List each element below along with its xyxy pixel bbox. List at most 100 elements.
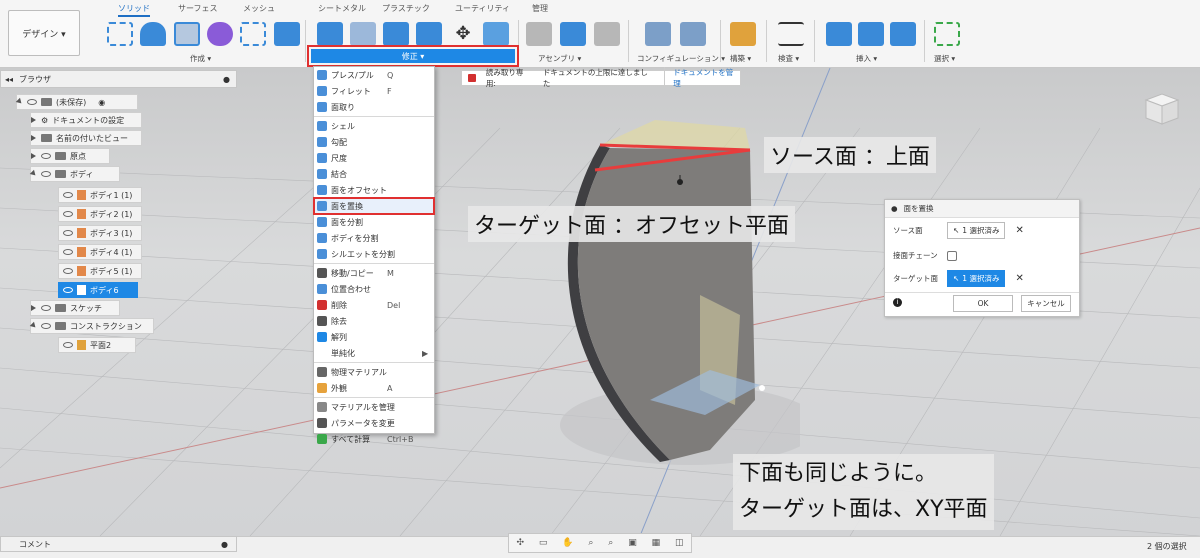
menu-item-2[interactable]: 面取り	[314, 99, 434, 115]
browser-header[interactable]: ◂◂ ブラウザ ●	[0, 70, 237, 88]
insert-canvas-icon[interactable]	[890, 22, 916, 46]
menu-item-22[interactable]: すべて計算 Ctrl+B	[314, 431, 434, 447]
tree-root[interactable]: (未保存) ◉	[15, 94, 138, 110]
box-icon[interactable]	[274, 22, 300, 46]
viewports-icon[interactable]: ◫	[675, 538, 684, 548]
source-select[interactable]: ↖ 1 選択済み	[947, 222, 1006, 239]
form-icon[interactable]	[207, 22, 233, 46]
clear-target-icon[interactable]: ✕	[1015, 273, 1023, 284]
menu-item-8[interactable]: 面を置換	[313, 197, 435, 215]
menu-item-19[interactable]: 外観 A	[314, 380, 434, 396]
tree-item-body6[interactable]: ボディ6	[58, 282, 138, 298]
info-icon[interactable]: i	[893, 298, 902, 307]
expand-icon[interactable]	[31, 135, 37, 141]
hole-icon[interactable]	[174, 22, 200, 46]
tree-item-plane2[interactable]: 平面2	[58, 337, 136, 353]
eye-off-icon[interactable]	[63, 249, 73, 255]
eye-icon[interactable]	[41, 323, 51, 329]
grid-settings-icon[interactable]: ▦	[652, 538, 661, 548]
tab-sheet-metal[interactable]: シートメタル	[318, 3, 366, 14]
ok-button[interactable]: OK	[953, 295, 1013, 312]
chain-checkbox[interactable]	[947, 250, 957, 261]
create-sketch-icon[interactable]	[107, 22, 133, 46]
tree-item-doc-settings[interactable]: ⚙ ドキュメントの設定	[30, 112, 142, 128]
menu-item-1[interactable]: フィレット F	[314, 83, 434, 99]
viewcube[interactable]	[1140, 90, 1184, 126]
expand-icon[interactable]	[31, 117, 37, 123]
expand-icon[interactable]	[29, 321, 39, 331]
comments-add-icon[interactable]: ●	[221, 540, 228, 549]
eye-off-icon[interactable]	[63, 192, 73, 198]
menu-item-13[interactable]: 位置合わせ	[314, 281, 434, 297]
tree-item-body3[interactable]: ボディ3 (1)	[58, 225, 142, 241]
model-body[interactable]	[540, 120, 800, 480]
tab-solid[interactable]: ソリッド	[118, 3, 150, 17]
expand-icon[interactable]	[15, 97, 25, 107]
as-built-joint-icon[interactable]	[594, 22, 620, 46]
menu-item-20[interactable]: マテリアルを管理	[314, 399, 434, 415]
shell-icon[interactable]	[416, 22, 442, 46]
expand-icon[interactable]	[31, 305, 37, 311]
eye-icon[interactable]	[27, 99, 37, 105]
extrude-icon[interactable]	[140, 22, 166, 46]
manage-documents-link[interactable]: ドキュメントを管理	[664, 67, 740, 89]
group-inspect[interactable]: 検査 ▾	[778, 53, 799, 64]
eye-icon[interactable]	[41, 171, 51, 177]
fit-icon[interactable]: ⌕	[608, 538, 613, 548]
group-select[interactable]: 選択 ▾	[934, 53, 955, 64]
menu-item-11[interactable]: シルエットを分割	[314, 246, 434, 262]
menu-item-14[interactable]: 削除 Del	[314, 297, 434, 313]
tree-item-bodies[interactable]: ボディ	[29, 166, 120, 182]
insert-image-icon[interactable]	[858, 22, 884, 46]
construct-plane-icon[interactable]	[730, 22, 756, 46]
expand-icon[interactable]	[31, 153, 37, 159]
tab-utility[interactable]: ユーティリティ	[455, 3, 510, 14]
tree-item-sketches[interactable]: スケッチ	[30, 300, 120, 316]
tab-plastic[interactable]: プラスチック	[382, 3, 430, 14]
menu-item-4[interactable]: 勾配	[314, 134, 434, 150]
joint-icon[interactable]	[526, 22, 552, 46]
tree-item-construction[interactable]: コンストラクション	[29, 318, 154, 334]
configure-icon[interactable]	[645, 22, 671, 46]
radio-icon[interactable]: ◉	[98, 98, 105, 107]
orbit-icon[interactable]: ✣	[516, 538, 524, 548]
measure-icon[interactable]	[778, 22, 804, 46]
eye-off-icon[interactable]	[63, 211, 73, 217]
tree-item-body5[interactable]: ボディ5 (1)	[58, 263, 142, 279]
eye-off-icon[interactable]	[41, 305, 51, 311]
modify-menu-button[interactable]: 修正 ▾	[307, 45, 519, 67]
menu-item-3[interactable]: シェル	[314, 118, 434, 134]
eye-off-icon[interactable]	[41, 153, 51, 159]
eye-off-icon[interactable]	[63, 230, 73, 236]
tree-item-named-views[interactable]: 名前の付いたビュー	[30, 130, 142, 146]
group-create[interactable]: 作成 ▾	[190, 53, 211, 64]
comments-panel[interactable]: コメント ●	[0, 536, 237, 552]
menu-item-18[interactable]: 物理マテリアル	[314, 364, 434, 380]
display-settings-icon[interactable]: ▣	[628, 538, 637, 548]
dialog-collapse-icon[interactable]: ●	[891, 204, 898, 213]
menu-item-16[interactable]: 解列	[314, 329, 434, 345]
fillet-icon[interactable]	[350, 22, 376, 46]
menu-item-17[interactable]: 単純化 ▶	[314, 345, 434, 361]
menu-item-7[interactable]: 面をオフセット	[314, 182, 434, 198]
menu-item-6[interactable]: 結合	[314, 166, 434, 182]
cancel-button[interactable]: キャンセル	[1021, 295, 1071, 312]
eye-icon[interactable]	[63, 342, 73, 348]
zoom-icon[interactable]: ⌕	[588, 538, 593, 548]
new-component-icon[interactable]	[560, 22, 586, 46]
menu-item-15[interactable]: 除去	[314, 313, 434, 329]
select-icon[interactable]	[934, 22, 960, 46]
tree-item-body2[interactable]: ボディ2 (1)	[58, 206, 142, 222]
tree-item-origin[interactable]: 原点	[30, 148, 110, 164]
tree-item-body4[interactable]: ボディ4 (1)	[58, 244, 142, 260]
look-at-icon[interactable]: ▭	[539, 538, 548, 548]
tree-item-body1[interactable]: ボディ1 (1)	[58, 187, 142, 203]
configure-table-icon[interactable]	[680, 22, 706, 46]
group-insert[interactable]: 挿入 ▾	[856, 53, 877, 64]
target-select[interactable]: ↖ 1 選択済み	[947, 270, 1006, 287]
eye-icon[interactable]	[63, 287, 73, 293]
tab-mesh[interactable]: メッシュ	[243, 3, 275, 14]
menu-item-12[interactable]: 移動/コピー M	[314, 265, 434, 281]
press-pull-icon[interactable]	[317, 22, 343, 46]
browser-pin-icon[interactable]: ●	[223, 75, 230, 84]
